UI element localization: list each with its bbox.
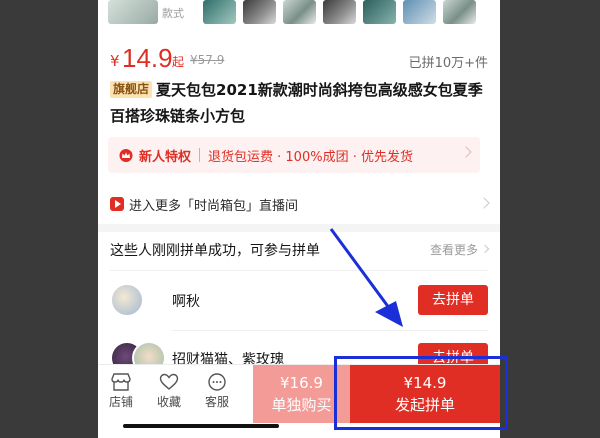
live-play-icon: [110, 197, 124, 211]
flagship-store-badge: 旗舰店: [110, 81, 153, 98]
live-room-text: 进入更多「时尚箱包」直播间: [129, 198, 299, 214]
chevron-right-icon: [460, 146, 472, 158]
promo-separator: [199, 148, 201, 162]
current-price: 14.9: [122, 43, 173, 73]
store-tab[interactable]: 店铺: [98, 373, 144, 410]
currency-symbol: ¥: [110, 52, 120, 70]
style-thumbnail[interactable]: [323, 0, 356, 24]
join-group-button[interactable]: 去拼单: [418, 285, 488, 315]
store-icon: [111, 373, 131, 391]
member-name: 啊秋: [172, 294, 200, 310]
heart-icon: [159, 373, 179, 390]
style-thumbnail[interactable]: [283, 0, 316, 24]
price-row: ¥ 14.9 起 ¥57.9 已拼10万+件: [110, 40, 488, 74]
group-buy-heading: 这些人刚刚拼单成功，可参与拼单: [110, 243, 320, 259]
style-thumbnail[interactable]: [403, 0, 436, 24]
live-room-link[interactable]: 进入更多「时尚箱包」直播间: [110, 194, 490, 214]
new-user-promo-banner[interactable]: 新人特权 退货包运费 · 100%成团 · 优先发货: [108, 137, 480, 173]
avatar: [110, 283, 144, 317]
chat-icon: [208, 373, 226, 391]
home-indicator: [123, 424, 279, 428]
promo-details: 退货包运费 · 100%成团 · 优先发货: [208, 149, 413, 165]
favorite-tab-label: 收藏: [156, 395, 181, 409]
crown-icon: [119, 148, 133, 162]
style-thumbnail[interactable]: [243, 0, 276, 24]
divider-line: [172, 330, 488, 331]
chevron-right-icon: [478, 197, 490, 209]
style-thumbnail[interactable]: [363, 0, 396, 24]
price-suffix: 起: [172, 55, 185, 69]
store-tab-label: 店铺: [108, 395, 133, 409]
group-buy-header: 这些人刚刚拼单成功，可参与拼单 查看更多: [110, 240, 490, 260]
see-more-link[interactable]: 查看更多: [430, 241, 478, 258]
product-title: 旗舰店 夏天包包2021新款潮时尚斜挎包高级感女包夏季百搭珍珠链条小方包: [110, 77, 490, 129]
section-divider: [98, 224, 500, 232]
group-member-row: 啊秋 去拼单: [110, 280, 488, 320]
style-thumbnail[interactable]: [203, 0, 236, 24]
sold-count: 已拼10万+件: [408, 56, 488, 71]
promo-label: 新人特权: [139, 149, 192, 165]
customer-service-tab-label: 客服: [204, 395, 229, 409]
customer-service-tab[interactable]: 客服: [194, 373, 240, 410]
original-price: ¥57.9: [190, 53, 225, 67]
styles-label: 款式: [162, 7, 184, 20]
favorite-tab[interactable]: 收藏: [146, 373, 192, 410]
style-thumbnail-strip[interactable]: 款式: [98, 0, 500, 26]
highlight-box: [334, 356, 508, 430]
product-title-text: 夏天包包2021新款潮时尚斜挎包高级感女包夏季百搭珍珠链条小方包: [110, 81, 483, 125]
style-thumbnail[interactable]: [443, 0, 476, 24]
right-backdrop: [500, 0, 600, 438]
style-thumbnail[interactable]: 款式: [108, 0, 184, 24]
chevron-right-icon: [480, 244, 490, 254]
left-backdrop: [0, 0, 98, 438]
divider-line: [110, 270, 488, 271]
